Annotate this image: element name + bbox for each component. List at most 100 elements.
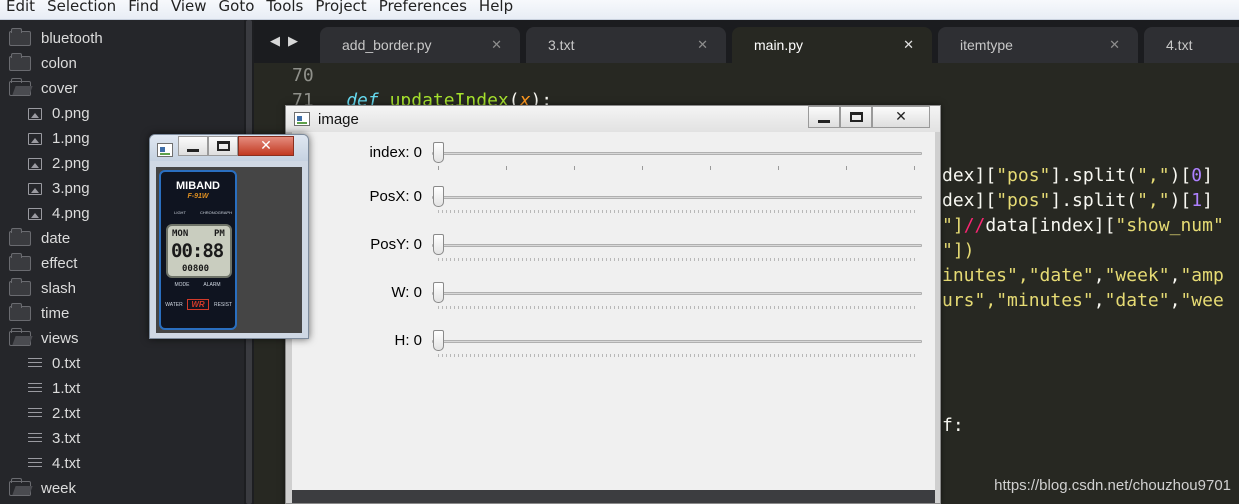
sidebar-item[interactable]: date (9, 226, 70, 251)
watch-chrono: CHRONOGRAPH (199, 210, 232, 215)
sidebar-item[interactable]: effect (9, 251, 77, 276)
image-file-icon (28, 207, 42, 220)
window-app-icon (157, 143, 173, 157)
tab-itemtype[interactable]: itemtype ✕ (938, 27, 1138, 63)
trackbar-posx: PosX: 0 (292, 176, 935, 224)
image-file-icon (28, 132, 42, 145)
tab-main-py[interactable]: main.py ✕ (732, 27, 932, 63)
image-window-titlebar[interactable]: image ✕ (286, 106, 940, 132)
tab-label: itemtype (960, 37, 1013, 53)
tab-close-icon[interactable]: ✕ (1109, 38, 1120, 53)
folder-icon (9, 53, 31, 71)
code-fragment: dex]["pos"].split(",")[1] (942, 190, 1213, 211)
folder-open-icon (9, 478, 31, 496)
sidebar-item[interactable]: 0.txt (26, 351, 80, 376)
sidebar-item[interactable]: time (9, 301, 69, 326)
trackbar-thumb[interactable] (433, 282, 444, 303)
maximize-button[interactable] (840, 106, 872, 128)
preview-window-titlebar[interactable]: ✕ (150, 135, 308, 161)
minimize-button[interactable] (178, 136, 208, 156)
sidebar-item[interactable]: 1.txt (26, 376, 80, 401)
tab-close-icon[interactable]: ✕ (903, 38, 914, 53)
text-file-icon (28, 457, 42, 470)
sidebar-item[interactable]: 3.png (26, 176, 90, 201)
sidebar-item[interactable]: 4.png (26, 201, 90, 226)
trackbar-track[interactable] (432, 244, 922, 247)
tab-add-border-py[interactable]: add_border.py ✕ (320, 27, 520, 63)
menu-edit[interactable]: Edit (0, 0, 41, 14)
menu-tools[interactable]: Tools (260, 0, 309, 14)
sidebar-item[interactable]: 2.png (26, 151, 90, 176)
watch-day: MON (172, 229, 189, 239)
text-file-icon (28, 407, 42, 420)
menu-selection[interactable]: Selection (41, 0, 122, 14)
maximize-icon (849, 112, 863, 122)
sidebar-item[interactable]: 3.txt (26, 426, 80, 451)
trackbar-thumb[interactable] (433, 186, 444, 207)
window-app-icon (294, 112, 310, 126)
tab-close-icon[interactable]: ✕ (697, 38, 708, 53)
menu-find[interactable]: Find (122, 0, 165, 14)
trackbar-thumb[interactable] (433, 234, 444, 255)
watch-alarm: ALARM (203, 282, 221, 288)
trackbar-thumb[interactable] (433, 142, 444, 163)
sidebar-item-label: 2.png (52, 155, 90, 172)
trackbar-label: W: 0 (391, 284, 422, 301)
sidebar-item[interactable]: bluetooth (9, 26, 103, 51)
tab-label: add_border.py (342, 37, 432, 53)
minimize-button[interactable] (808, 106, 840, 128)
text-file-icon (28, 382, 42, 395)
sidebar-item-label: slash (41, 280, 77, 297)
tab-4-txt[interactable]: 4.txt (1144, 27, 1239, 63)
trackbar-track[interactable] (432, 340, 922, 343)
code-fragment: inutes","date","week","amp (942, 265, 1224, 286)
sidebar-item-label: 4.txt (52, 455, 81, 472)
watch-time: 00:88 (171, 240, 224, 262)
menu-goto[interactable]: Goto (213, 0, 261, 14)
tab-close-icon[interactable]: ✕ (491, 38, 502, 53)
trackbar-index: index: 0 (292, 132, 935, 180)
image-file-icon (28, 107, 42, 120)
folder-icon (9, 228, 31, 246)
sidebar-item[interactable]: views (9, 326, 79, 351)
sidebar-item[interactable]: 4.txt (26, 451, 80, 476)
menu-help[interactable]: Help (473, 0, 519, 14)
tab-nav-forward-icon[interactable]: ▶ (288, 34, 298, 49)
trackbar-track[interactable] (432, 196, 922, 199)
sidebar-item[interactable]: cover (9, 76, 78, 101)
watch-model: F-91W (187, 193, 209, 200)
code-fragment: urs","minutes","date","wee (942, 290, 1224, 311)
trackbar-track[interactable] (432, 292, 922, 295)
image-canvas-area (292, 490, 935, 503)
tab-3-txt[interactable]: 3.txt ✕ (526, 27, 726, 63)
close-icon: ✕ (260, 138, 272, 154)
menu-view[interactable]: View (165, 0, 213, 14)
sidebar-item[interactable]: week (9, 476, 76, 501)
sidebar-item[interactable]: 0.png (26, 101, 90, 126)
sidebar-item-label: colon (41, 55, 77, 72)
trackbar-label: PosY: 0 (370, 236, 422, 253)
folder-icon (9, 278, 31, 296)
sidebar-item-label: 1.txt (52, 380, 81, 397)
sidebar-item[interactable]: slash (9, 276, 76, 301)
sidebar-item-label: cover (41, 80, 78, 97)
watermark: https://blog.csdn.net/chouzhou9701 (994, 477, 1231, 494)
maximize-button[interactable] (208, 136, 238, 156)
sidebar-item-label: week (41, 480, 77, 497)
sidebar-item-label: views (41, 330, 79, 347)
tab-nav-back-icon[interactable]: ◀ (270, 34, 280, 49)
menu-project[interactable]: Project (309, 0, 372, 14)
trackbar-h: H: 0 (292, 320, 935, 368)
menu-preferences[interactable]: Preferences (373, 0, 473, 14)
close-button[interactable]: ✕ (238, 136, 294, 156)
trackbar-track[interactable] (432, 152, 922, 155)
folder-icon (9, 253, 31, 271)
close-icon: ✕ (895, 109, 907, 125)
sidebar-item[interactable]: 1.png (26, 126, 90, 151)
sidebar-item[interactable]: 2.txt (26, 401, 80, 426)
sidebar-item-label: bluetooth (41, 30, 103, 47)
close-button[interactable]: ✕ (872, 106, 930, 128)
trackbar-ticks (438, 306, 918, 309)
trackbar-thumb[interactable] (433, 330, 444, 351)
sidebar-item[interactable]: colon (9, 51, 77, 76)
